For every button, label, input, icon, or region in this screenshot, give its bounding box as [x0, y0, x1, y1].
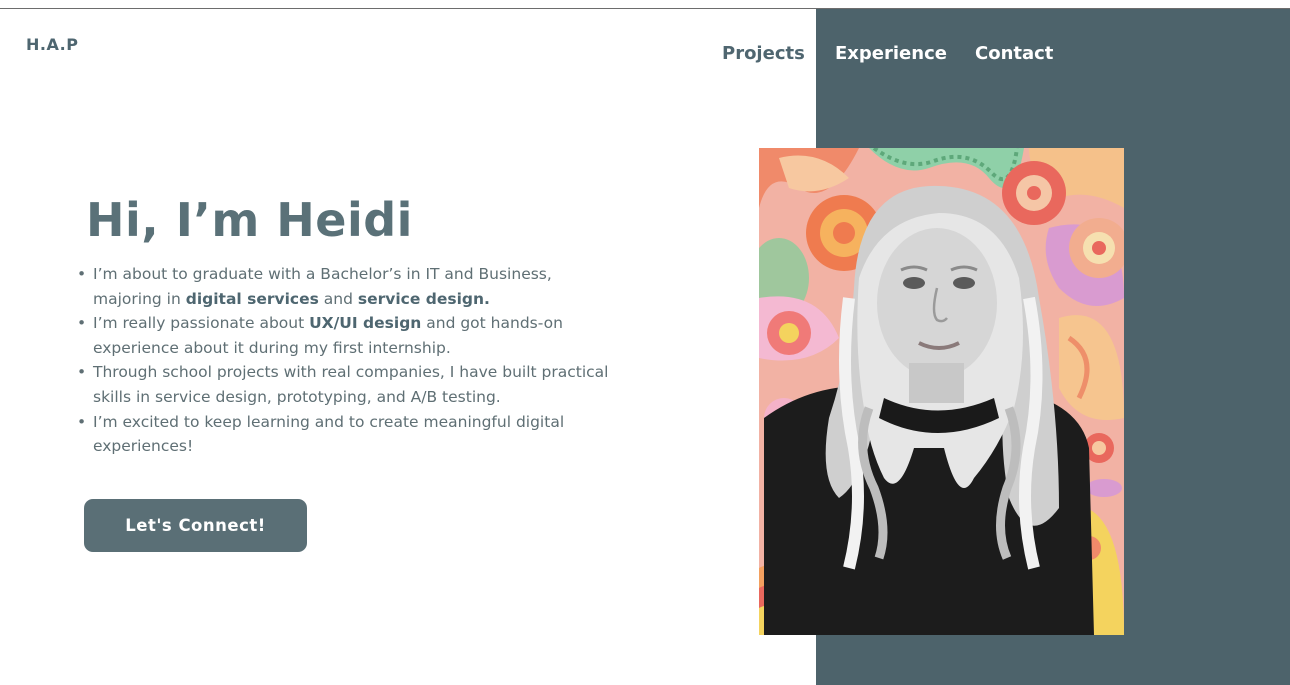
intro-highlight: service design.: [357, 289, 490, 308]
nav-link-contact[interactable]: Contact: [975, 43, 1053, 64]
nav-link-experience[interactable]: Experience: [835, 43, 947, 64]
nav-link-projects[interactable]: Projects: [722, 43, 805, 64]
lets-connect-button[interactable]: Let's Connect!: [84, 499, 307, 552]
intro-text: Through school projects with real compan…: [93, 363, 609, 406]
hero-title: Hi, I’m Heidi: [86, 193, 413, 247]
intro-highlight: UX/UI design: [309, 314, 422, 333]
intro-text: I’m excited to keep learning and to crea…: [93, 412, 565, 456]
intro-item: I’m about to graduate with a Bachelor’s …: [77, 262, 617, 311]
intro-highlight: digital services: [185, 289, 319, 308]
intro-item: I’m really passionate about UX/UI design…: [77, 311, 617, 360]
intro-text: I’m really passionate about: [93, 314, 310, 333]
intro-text: and: [318, 289, 358, 308]
site-logo[interactable]: H.A.P: [26, 35, 78, 54]
intro-item: Through school projects with real compan…: [77, 360, 617, 409]
intro-item: I’m excited to keep learning and to crea…: [77, 410, 617, 459]
portrait-illustration: [759, 148, 1124, 635]
intro-list: I’m about to graduate with a Bachelor’s …: [77, 262, 617, 459]
portrait-photo: [759, 148, 1124, 635]
